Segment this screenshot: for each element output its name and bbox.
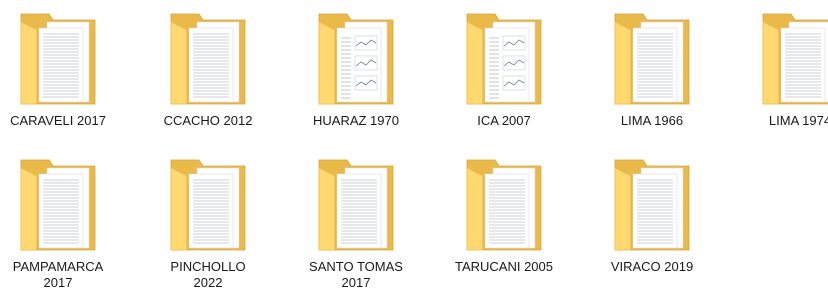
folder-label: LIMA 1974 [768,113,828,128]
folder-item[interactable]: TARUCANI 2005 [446,146,562,286]
folder-item[interactable]: SANTO TOMAS 2017 [298,146,414,290]
folder-label: ICA 2007 [477,113,531,128]
folder-graphic [614,13,690,105]
folder-item[interactable]: CARAVELI 2017 [0,0,116,140]
folder-label: LIMA 1966 [620,113,684,128]
folder-icon [761,8,828,108]
folder-graphic [614,159,690,251]
folder-view: CARAVELI 2017 CCACHO 2012 HUARAZ 1970 IC… [0,0,828,293]
folder-graphic [20,13,96,105]
folder-icon [465,8,543,108]
folder-label: PAMPAMARCA 2017 [12,259,104,290]
folder-graphic [762,13,828,105]
folder-icon [613,154,691,254]
folder-icon [19,8,97,108]
folder-graphic [318,13,394,105]
folder-item[interactable]: ICA 2007 [446,0,562,140]
folder-graphic [170,159,246,251]
folder-item[interactable]: PINCHOLLO 2022 [150,146,266,290]
folder-icon [169,8,247,108]
folder-label: CCACHO 2012 [163,113,253,128]
folder-icon [19,154,97,254]
folder-item[interactable]: LIMA 1966 [594,0,710,140]
folder-icon [169,154,247,254]
folder-label: HUARAZ 1970 [313,113,399,128]
folder-item[interactable]: HUARAZ 1970 [298,0,414,140]
folder-item[interactable]: PAMPAMARCA 2017 [0,146,116,290]
folder-item[interactable]: VIRACO 2019 [594,146,710,286]
folder-icon [465,154,543,254]
folder-icon [613,8,691,108]
folder-graphic [20,159,96,251]
folder-label: CARAVELI 2017 [10,113,106,128]
folder-label: VIRACO 2019 [610,259,694,274]
folder-label: PINCHOLLO 2022 [170,259,246,290]
folder-item[interactable]: CCACHO 2012 [150,0,266,140]
folder-icon [317,154,395,254]
folder-graphic [318,159,394,251]
folder-graphic [466,13,542,105]
folder-graphic [466,159,542,251]
folder-label: SANTO TOMAS 2017 [309,259,403,290]
folder-item[interactable]: LIMA 1974 [742,0,828,140]
folder-graphic [170,13,246,105]
folder-label: TARUCANI 2005 [454,259,553,274]
folder-icon [317,8,395,108]
